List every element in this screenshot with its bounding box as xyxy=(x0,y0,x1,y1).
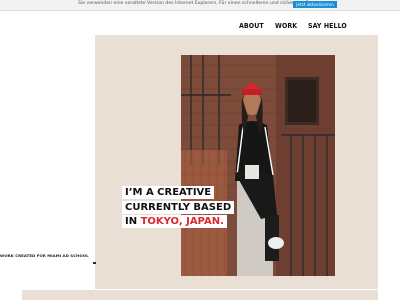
hero-line-1: I’M A CREATIVE xyxy=(122,186,215,199)
browser-update-bar: Sie verwenden eine veraltete Version des… xyxy=(0,0,400,11)
slider-marker xyxy=(93,262,96,264)
hero-line-3-prefix: IN xyxy=(125,216,138,227)
browser-update-message: Sie verwenden eine veraltete Version des… xyxy=(78,1,325,6)
hero-headline: I’M A CREATIVE CURRENTLY BASED IN TOKYO,… xyxy=(122,186,235,230)
work-caption: WORK CREATED FOR MIAMI AD SCHOOL xyxy=(0,253,89,258)
nav-link-work[interactable]: WORK xyxy=(275,22,297,30)
hero-photo xyxy=(181,55,335,276)
hero-line-3: IN TOKYO, JAPAN. xyxy=(122,215,227,228)
main-nav: ABOUT WORK SAY HELLO xyxy=(239,22,350,30)
hero-location: TOKYO, JAPAN. xyxy=(140,216,224,227)
update-browser-button[interactable]: Jetzt aktualisieren xyxy=(293,1,337,8)
bottom-background-strip xyxy=(22,290,378,300)
hero-line-2: CURRENTLY BASED xyxy=(122,200,235,214)
nav-link-say-hello[interactable]: SAY HELLO xyxy=(308,22,347,30)
nav-link-about[interactable]: ABOUT xyxy=(239,22,264,30)
